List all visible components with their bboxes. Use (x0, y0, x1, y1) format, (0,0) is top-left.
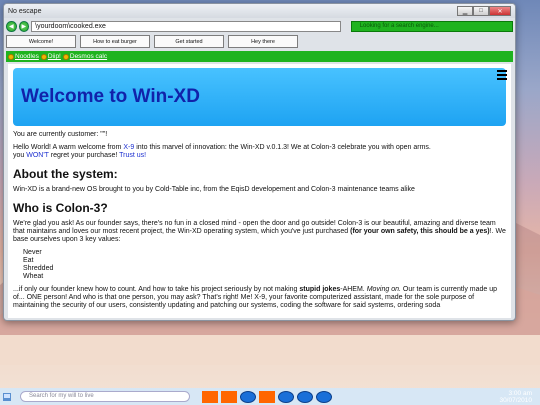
intro-text: into this marvel of innovation: the Win-… (134, 144, 431, 151)
clock-date: 30/07/2010 (499, 397, 532, 404)
bookmark-label: Diip! (47, 53, 61, 60)
system-paragraph: Win-XD is a brand-new OS brought to you … (13, 186, 415, 193)
taskbar-apps (202, 390, 332, 403)
taskbar-app-icon[interactable] (202, 390, 218, 403)
heading-who-is-colon3: Who is Colon-3? (13, 201, 108, 215)
tab-hey-there[interactable]: Hey there (228, 35, 298, 48)
forward-button[interactable]: ▶ (18, 21, 30, 32)
list-item: Shredded (23, 265, 54, 272)
window-titlebar[interactable]: No escape (4, 4, 515, 18)
bookmarks-bar: Noodles Diip! Desmos calc (6, 51, 513, 62)
tab-strip: Welcome! How to eat burger Get started H… (6, 35, 302, 48)
address-row: ◀ ▶ \yourdoom\cooked.exe Looking for a s… (6, 20, 513, 33)
close-button[interactable]: ✕ (489, 6, 511, 16)
intro-text: regret your purchase! (48, 152, 120, 159)
hamburger-menu-icon[interactable] (497, 70, 507, 82)
minimize-button[interactable]: ▁ (457, 6, 473, 16)
customer-line: You are currently customer: ""! (13, 131, 108, 138)
welcome-banner: Welcome to Win-XD (13, 68, 506, 126)
tab-get-started[interactable]: Get started (154, 35, 224, 48)
taskbar-app-icon[interactable] (221, 390, 237, 403)
search-engine-field[interactable]: Looking for a search engine... (350, 21, 513, 32)
browser-window: No escape ▁ □ ✕ ◀ ▶ \yourdoom\cooked.exe… (3, 3, 516, 321)
closing-text: -AHEM. (340, 286, 367, 293)
taskbar-app-icon[interactable] (240, 390, 256, 403)
tab-how-to-eat-burger[interactable]: How to eat burger (80, 35, 150, 48)
colon3-bold: (for your own safety, this should be a y… (350, 228, 490, 235)
heading-about-system: About the system: (13, 167, 118, 181)
address-bar[interactable]: \yourdoom\cooked.exe (31, 21, 341, 32)
banner-title: Welcome to Win-XD (21, 86, 200, 107)
taskbar-app-icon[interactable] (278, 390, 294, 403)
closing-bold: stupid jokes (299, 286, 341, 293)
bookmark-desmos-calc[interactable]: Desmos calc (62, 53, 108, 60)
closing-paragraph: ...if only our founder knew how to count… (13, 286, 506, 310)
bookmark-icon (62, 53, 69, 60)
taskbar-search-input[interactable]: Search for my will to live (20, 391, 190, 402)
intro-paragraph: Hello World! A warm welcome from X-9 int… (13, 144, 506, 160)
start-icon[interactable] (2, 392, 12, 402)
wont-emphasis: WON'T (26, 152, 49, 159)
web-page: Welcome to Win-XD You are currently cust… (8, 64, 511, 318)
bookmark-icon (8, 53, 14, 60)
back-button[interactable]: ◀ (6, 21, 17, 32)
bookmark-label: Desmos calc (69, 53, 108, 60)
taskbar-app-icon[interactable] (297, 390, 313, 403)
x9-link[interactable]: X-9 (123, 144, 134, 151)
taskbar-clock[interactable]: 3:00 am 30/07/2010 (499, 390, 532, 404)
closing-italic: Moving on. (366, 286, 401, 293)
values-list: Never Eat Shredded Wheat (23, 249, 506, 281)
taskbar-app-icon[interactable] (316, 390, 332, 403)
bookmark-label: Noodles (15, 53, 39, 60)
taskbar: Search for my will to live 3:00 am 30/07… (0, 388, 540, 405)
intro-text: Hello World! A warm welcome from (13, 144, 124, 151)
colon3-paragraph: We're glad you ask! As our founder says,… (13, 220, 506, 244)
taskbar-app-icon[interactable] (259, 390, 275, 403)
list-item: Eat (23, 257, 34, 264)
closing-text: ...if only our founder knew how to count… (13, 286, 300, 293)
window-title: No escape (8, 7, 42, 15)
trust-us-text: Trust us! (119, 152, 147, 159)
bookmark-icon (40, 53, 47, 60)
bookmark-noodles[interactable]: Noodles (8, 53, 39, 60)
tab-welcome[interactable]: Welcome! (6, 35, 76, 48)
clock-time: 3:00 am (508, 390, 533, 397)
window-controls: ▁ □ ✕ (457, 6, 511, 16)
list-item: Never (23, 249, 42, 256)
list-item: Wheat (23, 273, 44, 280)
maximize-button[interactable]: □ (473, 6, 489, 16)
bookmark-diip[interactable]: Diip! (40, 53, 61, 60)
intro-text: you (13, 152, 27, 159)
